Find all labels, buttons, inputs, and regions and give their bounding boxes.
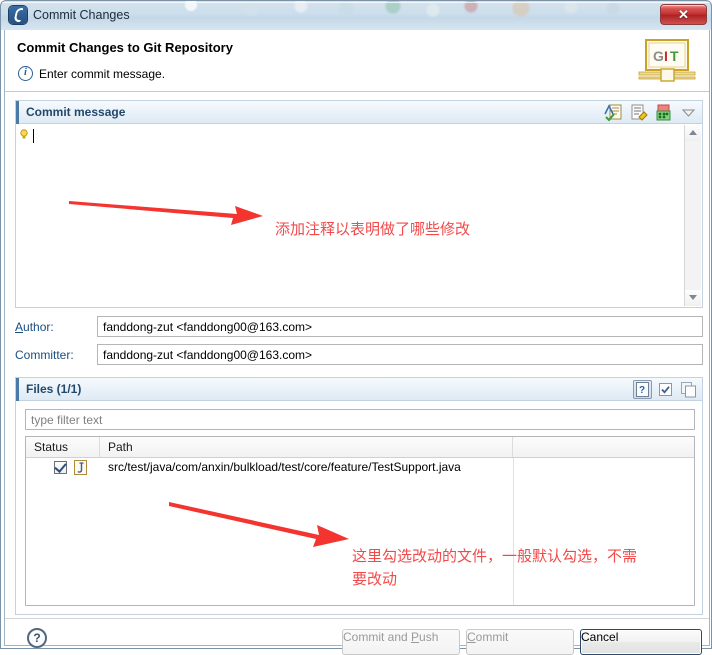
java-file-icon: [74, 460, 87, 475]
window-title: Commit Changes: [33, 8, 130, 22]
quick-fix-bulb-icon: [20, 129, 28, 139]
header-accent-bar: [16, 101, 19, 124]
commit-text-after: ommit: [475, 630, 509, 644]
scroll-up-button[interactable]: [685, 125, 701, 141]
svg-text:T: T: [670, 48, 679, 64]
dialog-content: Commit Changes to Git Repository i Enter…: [4, 30, 710, 655]
text-caret: [33, 129, 34, 143]
svg-text:G: G: [653, 48, 664, 64]
dialog-header: Commit Changes to Git Repository i Enter…: [5, 30, 709, 92]
page-title: Commit Changes to Git Repository: [17, 40, 233, 55]
committer-label: Committer:: [15, 348, 74, 362]
svg-text:?: ?: [639, 385, 645, 396]
title-bar: Commit Changes ✕: [0, 0, 712, 30]
row-checkbox[interactable]: [54, 460, 67, 474]
author-label: Author:: [15, 320, 54, 334]
deselect-all-icon[interactable]: [679, 380, 698, 399]
check-icon: [54, 460, 67, 473]
editor-gutter: [17, 125, 31, 306]
titlebar-highlight: [2, 2, 710, 3]
spell-check-icon[interactable]: [604, 103, 623, 122]
table-row[interactable]: src/test/java/com/anxin/bulkload/test/co…: [26, 458, 694, 478]
files-title: Files (1/1): [26, 382, 82, 396]
help-button[interactable]: ?: [27, 628, 47, 648]
footer-separator: [5, 618, 709, 619]
commit-push-text-before: Commit and: [343, 630, 412, 644]
column-header-extra[interactable]: [513, 437, 694, 457]
commit-push-mnemonic: P: [411, 630, 420, 644]
table-header: Status Path: [26, 437, 694, 458]
annotation-note-2-line-1: 这里勾选改动的文件，一般默认勾选，不需: [352, 547, 638, 565]
git-logo: G I T: [638, 39, 696, 82]
files-header-accent-bar: [16, 378, 19, 401]
info-icon: i: [18, 66, 33, 81]
chevron-down-icon[interactable]: [679, 103, 698, 122]
annotation-note-1: 添加注释以表明做了哪些修改: [275, 220, 471, 238]
dialog-body: Commit Changes to Git Repository i Enter…: [0, 30, 712, 655]
commit-push-text-after: ush: [419, 630, 439, 644]
annotation-note-2-clip: 这里勾选改动的文件，一般默认勾选，不需 要改动: [352, 545, 708, 605]
cancel-button[interactable]: Cancel: [580, 629, 702, 655]
select-all-icon[interactable]: [656, 380, 675, 399]
amend-icon[interactable]: [654, 103, 673, 122]
cancel-label: Cancel: [581, 630, 619, 644]
files-toolbar: ?: [633, 380, 698, 399]
commit-message-group: Commit message: [15, 100, 703, 308]
committer-row: Committer:: [15, 344, 703, 365]
row-path-label: src/test/java/com/anxin/bulkload/test/co…: [108, 460, 461, 474]
files-header: Files (1/1) ?: [16, 378, 702, 401]
scrollbar-track[interactable]: [685, 141, 701, 290]
close-button[interactable]: ✕: [660, 4, 707, 25]
header-message: Enter commit message.: [39, 67, 166, 81]
sign-off-icon[interactable]: [629, 103, 648, 122]
commit-changes-dialog: Commit Changes ✕ Commit Changes to Git R…: [0, 0, 712, 655]
filter-input[interactable]: [25, 409, 695, 430]
annotation-note-2-line-2: 要改动: [352, 570, 398, 588]
author-row: Author:: [15, 316, 703, 337]
message-scrollbar[interactable]: [684, 125, 701, 306]
close-icon: ✕: [678, 6, 689, 22]
commit-message-title: Commit message: [26, 105, 126, 119]
scroll-down-button[interactable]: [685, 290, 701, 306]
eclipse-icon: [9, 6, 27, 24]
committer-input[interactable]: [97, 344, 703, 365]
commit-message-editor[interactable]: [17, 125, 701, 306]
commit-message-header: Commit message: [16, 101, 702, 124]
column-header-status[interactable]: Status: [26, 437, 100, 457]
commit-and-push-button[interactable]: Commit and Push: [342, 629, 460, 655]
commit-mnemonic: C: [467, 630, 476, 644]
author-input[interactable]: [97, 316, 703, 337]
column-header-path[interactable]: Path: [100, 437, 513, 457]
svg-text:I: I: [664, 48, 668, 64]
commit-button[interactable]: Commit: [466, 629, 574, 655]
show-untracked-icon[interactable]: ?: [633, 380, 652, 399]
commit-message-toolbar: [604, 103, 698, 122]
